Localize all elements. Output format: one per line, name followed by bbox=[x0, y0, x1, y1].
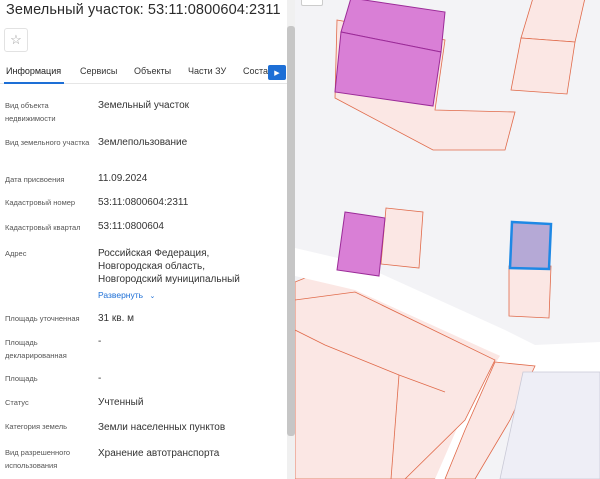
favorite-button[interactable]: ☆ bbox=[4, 28, 28, 52]
cadastral-map[interactable] bbox=[295, 0, 600, 479]
chevron-down-icon: ⌄ bbox=[149, 293, 156, 300]
value-area: - bbox=[98, 373, 102, 384]
tab-bar: Информация Сервисы Объекты Части ЗУ Сост… bbox=[0, 62, 287, 84]
value-address-line3: Новгородский муниципальный bbox=[98, 274, 240, 285]
label-area: Площадь bbox=[5, 374, 38, 383]
chevron-right-icon: ▶ bbox=[274, 69, 280, 77]
parcel-north-3[interactable] bbox=[510, 37, 576, 95]
active-tab-indicator bbox=[4, 82, 64, 84]
value-cadastral-number: 53:11:0800604:2311 bbox=[98, 197, 189, 208]
value-land-category: Земли населенных пунктов bbox=[98, 422, 226, 433]
value-cadastral-quarter: 53:11:0800604 bbox=[98, 221, 164, 232]
parcel-mid-1[interactable] bbox=[380, 207, 424, 269]
label-object-type: Вид объекта недвижимости bbox=[5, 101, 56, 123]
expand-address-link[interactable]: Развернуть ⌄ bbox=[98, 290, 155, 300]
value-permitted-use: Хранение автотранспорта bbox=[98, 448, 220, 459]
tab-parts[interactable]: Части ЗУ bbox=[188, 66, 226, 76]
tab-information[interactable]: Информация bbox=[6, 66, 61, 76]
label-permitted-use: Вид разрешенного использования bbox=[5, 448, 71, 470]
selected-parcel[interactable] bbox=[508, 220, 553, 271]
value-assign-date: 11.09.2024 bbox=[98, 173, 148, 184]
value-status: Учтенный bbox=[98, 397, 144, 408]
building-mid[interactable] bbox=[336, 211, 386, 277]
value-area-declared: - bbox=[98, 336, 102, 347]
label-address: Адрес bbox=[5, 249, 27, 258]
label-area-declared: Площадь декларированная bbox=[5, 338, 67, 360]
value-address-line1: Российская Федерация, bbox=[98, 248, 210, 259]
map-control-button[interactable] bbox=[301, 0, 323, 6]
label-area-specified: Площадь уточненная bbox=[5, 314, 80, 323]
expand-address-label: Развернуть bbox=[98, 290, 144, 300]
label-land-type: Вид земельного участка bbox=[5, 138, 90, 147]
value-address-line2: Новгородская область, bbox=[98, 261, 205, 272]
tab-services[interactable]: Сервисы bbox=[80, 66, 117, 76]
value-object-type: Земельный участок bbox=[98, 100, 190, 111]
tab-composition[interactable]: Соста bbox=[243, 66, 268, 76]
star-icon: ☆ bbox=[10, 32, 22, 47]
panel-scrollbar-thumb[interactable] bbox=[287, 26, 295, 436]
parcel-north-2[interactable] bbox=[520, 0, 585, 43]
label-cadastral-number: Кадастровый номер bbox=[5, 198, 76, 207]
tab-scroll-right-button[interactable]: ▶ bbox=[268, 65, 286, 80]
info-panel: Земельный участок: 53:11:0800604:2311 ☆ … bbox=[0, 0, 295, 479]
label-status: Статус bbox=[5, 398, 29, 407]
map-canvas bbox=[295, 0, 600, 479]
label-cadastral-quarter: Кадастровый квартал bbox=[5, 223, 81, 232]
value-land-type: Землепользование bbox=[98, 137, 188, 148]
page-title: Земельный участок: 53:11:0800604:2311 bbox=[6, 2, 281, 18]
value-area-specified: 31 кв. м bbox=[98, 313, 135, 324]
tab-objects[interactable]: Объекты bbox=[134, 66, 171, 76]
parcel-below-selected[interactable] bbox=[508, 265, 552, 319]
label-land-category: Категория земель bbox=[5, 422, 68, 431]
label-assign-date: Дата присвоения bbox=[5, 175, 65, 184]
